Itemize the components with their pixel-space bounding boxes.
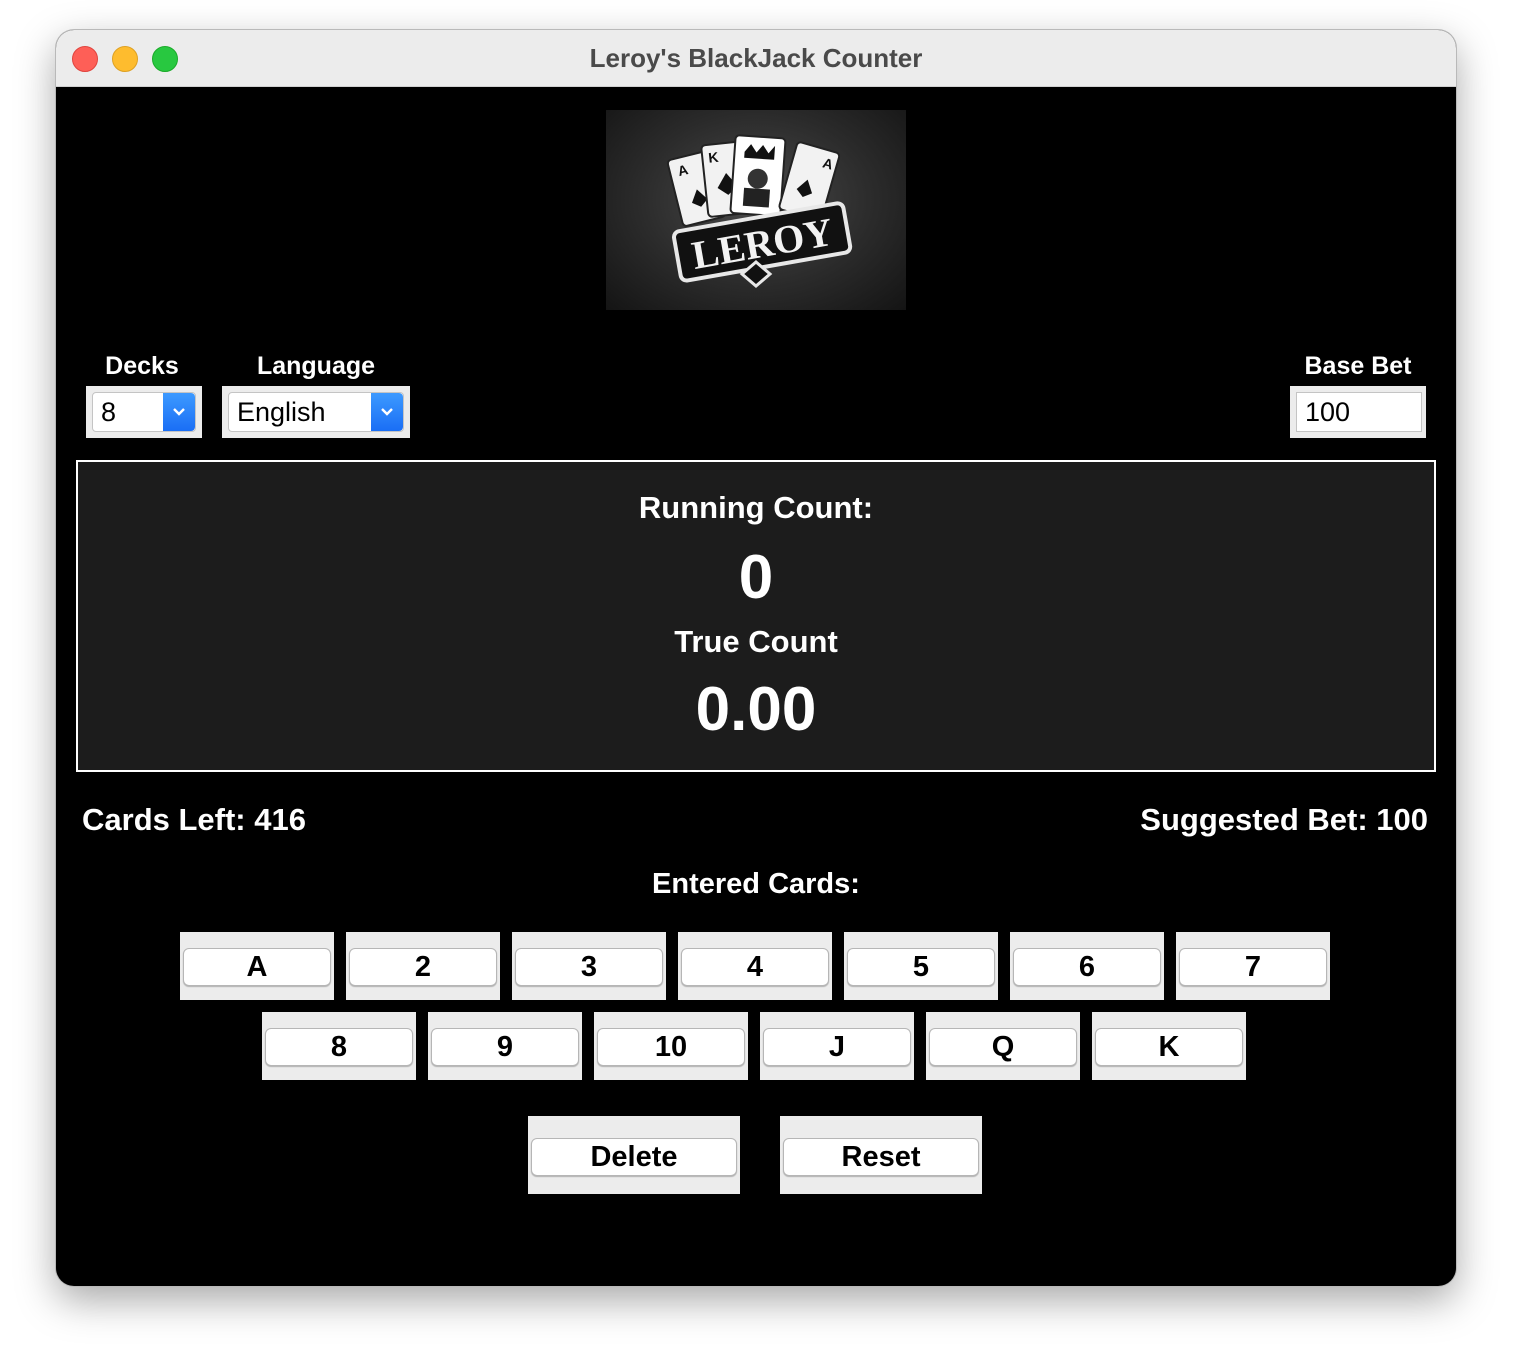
card-button-a[interactable]: A [183, 948, 331, 986]
language-value: English [237, 397, 326, 427]
card-cell-k: K [1092, 1012, 1246, 1080]
cards-left-text: Cards Left: 416 [82, 802, 306, 837]
card-button-j[interactable]: J [763, 1028, 911, 1066]
window-title: Leroy's BlackJack Counter [589, 43, 923, 73]
card-button-2[interactable]: 2 [349, 948, 497, 986]
card-button-5[interactable]: 5 [847, 948, 995, 986]
language-select[interactable]: English [222, 386, 410, 438]
card-button-10[interactable]: 10 [597, 1028, 745, 1066]
leroy-logo-image: A K A LEROY [606, 110, 906, 310]
card-cell-5: 5 [844, 932, 998, 1000]
card-button-7[interactable]: 7 [1179, 948, 1327, 986]
base-bet-label: Base Bet [1304, 352, 1412, 380]
card-button-3[interactable]: 3 [515, 948, 663, 986]
card-cell-4: 4 [678, 932, 832, 1000]
card-button-6[interactable]: 6 [1013, 948, 1161, 986]
card-button-k[interactable]: K [1095, 1028, 1243, 1066]
delete-button[interactable]: Delete [531, 1138, 737, 1176]
delete-cell: Delete [528, 1116, 740, 1194]
card-button-9[interactable]: 9 [431, 1028, 579, 1066]
card-cell-6: 6 [1010, 932, 1164, 1000]
title-bar: Leroy's BlackJack Counter [56, 30, 1456, 87]
card-cell-3: 3 [512, 932, 666, 1000]
card-cell-8: 8 [262, 1012, 416, 1080]
true-count-value: 0.00 [695, 675, 817, 744]
decks-value: 8 [101, 397, 117, 427]
card-cell-2: 2 [346, 932, 500, 1000]
decks-select[interactable]: 8 [86, 386, 202, 438]
running-count-value: 0 [738, 543, 774, 612]
chevron-down-icon[interactable] [371, 393, 403, 431]
card-cell-q: Q [926, 1012, 1080, 1080]
card-cell-j: J [760, 1012, 914, 1080]
card-cell-9: 9 [428, 1012, 582, 1080]
card-cell-10: 10 [594, 1012, 748, 1080]
card-cell-a: A [180, 932, 334, 1000]
reset-cell: Reset [780, 1116, 982, 1194]
decks-label: Decks [105, 352, 179, 380]
card-button-q[interactable]: Q [929, 1028, 1077, 1066]
card-button-8[interactable]: 8 [265, 1028, 413, 1066]
entered-cards-label: Entered Cards: [652, 868, 860, 900]
running-count-label: Running Count: [638, 490, 874, 525]
count-display-panel: Running Count: 0 True Count 0.00 [76, 460, 1436, 772]
app-window: Leroy's BlackJack Counter A K A LEROY De… [56, 30, 1456, 1286]
chevron-down-icon[interactable] [163, 393, 195, 431]
logo-card-k: K [708, 149, 720, 166]
true-count-label: True Count [674, 624, 838, 659]
suggested-bet-text: Suggested Bet: 100 [1140, 802, 1428, 837]
card-cell-7: 7 [1176, 932, 1330, 1000]
base-bet-field-wrapper [1290, 386, 1426, 438]
reset-button[interactable]: Reset [783, 1138, 979, 1176]
language-label: Language [256, 352, 376, 380]
base-bet-input[interactable] [1296, 392, 1422, 432]
card-button-4[interactable]: 4 [681, 948, 829, 986]
